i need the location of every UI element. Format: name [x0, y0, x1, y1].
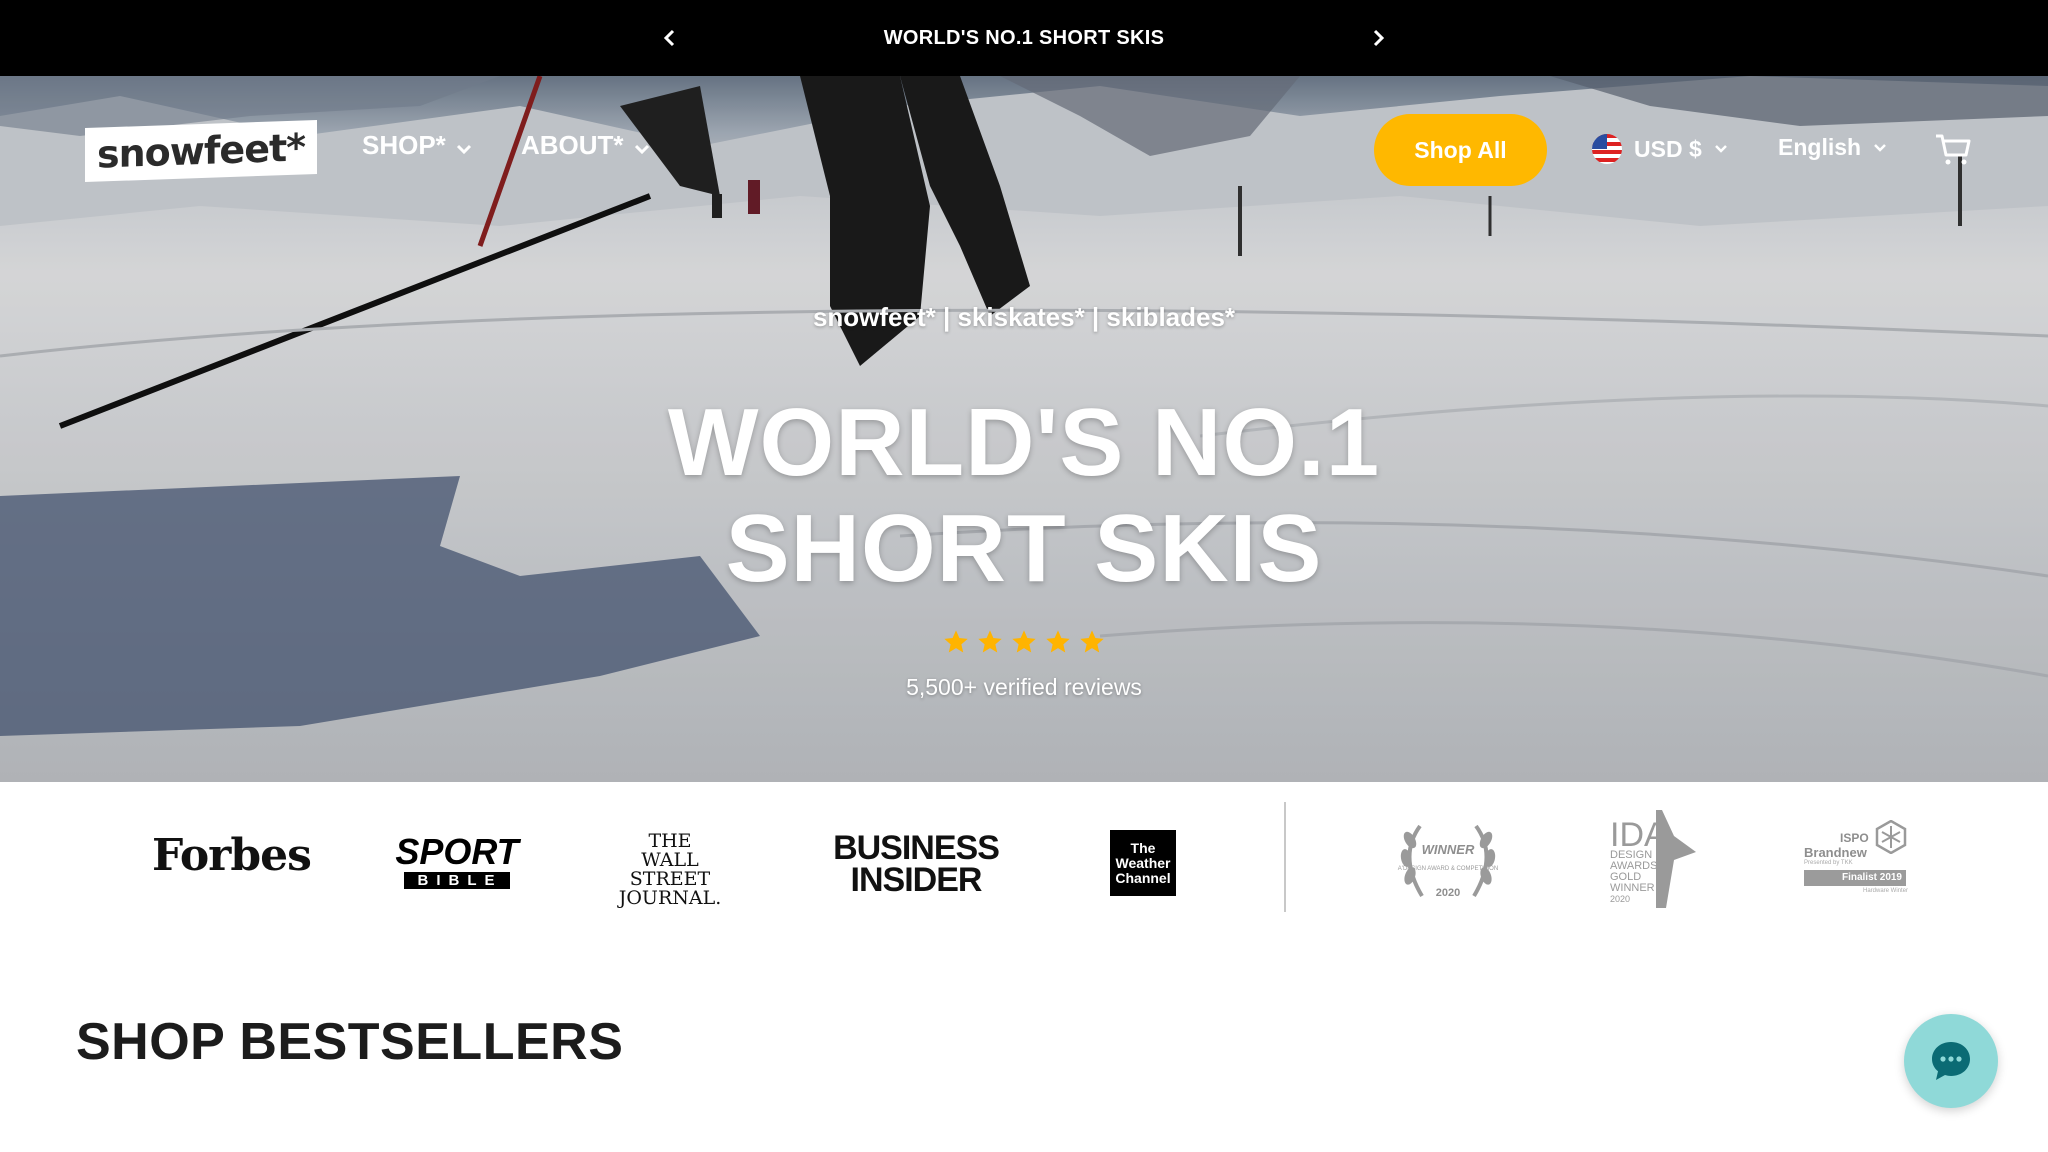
reviews-count: 5,500+ verified reviews	[906, 674, 1142, 700]
star-icon	[978, 630, 1002, 653]
star-icon	[944, 630, 968, 653]
wsj-logo-line2: WALL STREET	[629, 849, 711, 890]
sportbible-logo-bottom: BIBLE	[404, 871, 510, 889]
nav-shop-label: SHOP*	[362, 130, 446, 160]
language-selector[interactable]: English	[1778, 134, 1887, 161]
nav-shop[interactable]: SHOP*	[362, 130, 472, 161]
ida-award-badge: IDA DESIGN AWARDS GOLD WINNER 2020	[1604, 810, 1700, 908]
ispo-category: Hardware Winter	[1862, 887, 1908, 894]
logo-text: snowfeet*	[97, 125, 305, 177]
chevron-down-icon	[456, 144, 471, 154]
star-icon	[1080, 630, 1104, 653]
announcement-next-button[interactable]	[1362, 22, 1394, 54]
cart-icon[interactable]	[1935, 133, 1971, 167]
press-divider	[1284, 802, 1286, 912]
announcement-text: WORLD'S NO.1 SHORT SKIS	[883, 26, 1165, 49]
business-insider-logo: BUSINESS INSIDER	[828, 829, 1004, 899]
section-title-bestsellers: SHOP BESTSELLERS	[76, 1013, 624, 1071]
weather-channel-logo: The Weather Channel	[1110, 830, 1176, 896]
chevron-down-icon	[634, 144, 649, 154]
ida-year: 2020	[1610, 894, 1630, 904]
nav-about-label: ABOUT*	[521, 130, 624, 160]
language-label: English	[1778, 134, 1862, 160]
star-icon	[1012, 630, 1036, 653]
chevron-right-icon	[1373, 29, 1385, 47]
ispo-hexagon-icon	[1875, 820, 1907, 854]
hero-title-line1: WORLD'S NO.1	[667, 389, 1381, 496]
rating-stars	[0, 628, 2048, 656]
hero-title: WORLD'S NO.1 SHORT SKIS	[0, 390, 2048, 602]
winner-sub: A'DESIGN AWARD & COMPETITION	[1398, 866, 1498, 872]
ispo-line2: Brandnew	[1804, 844, 1867, 860]
bi-logo-line1: BUSINESS	[833, 829, 1000, 867]
laurel-icon: WINNER A'DESIGN AWARD & COMPETITION 2020	[1398, 824, 1498, 899]
hero-title-line2: SHORT SKIS	[725, 495, 1323, 602]
twc-logo-line1: The	[1130, 839, 1156, 856]
ispo-line1: ISPO	[1840, 830, 1869, 845]
chat-icon	[1932, 1042, 1970, 1080]
shop-all-button[interactable]: Shop All	[1374, 114, 1547, 186]
announcement-bar: WORLD'S NO.1 SHORT SKIS	[0, 0, 2048, 76]
wsj-logo-line3: JOURNAL.	[618, 887, 722, 909]
twc-logo-line2: Weather	[1115, 854, 1171, 871]
chat-button[interactable]	[1904, 1014, 1998, 1108]
chevron-left-icon	[663, 29, 675, 47]
chevron-down-icon	[1874, 143, 1886, 152]
twc-logo-line3: Channel	[1115, 869, 1171, 886]
chevron-down-icon	[1714, 145, 1727, 153]
announcement-prev-button[interactable]	[654, 22, 686, 54]
ispo-award-badge: ISPO Brandnew Presented by TKK Finalist …	[1804, 820, 1908, 904]
bi-logo-line2: INSIDER	[850, 861, 983, 899]
site-logo[interactable]: snowfeet*	[85, 119, 317, 183]
sportbible-logo: SPORT BIBLE	[395, 830, 519, 892]
ida-award-icon: IDA DESIGN AWARDS GOLD WINNER 2020	[1610, 810, 1696, 908]
press-bar: Forbes SPORT BIBLE THE WALL STREET JOURN…	[0, 782, 2048, 922]
forbes-logo: Forbes	[152, 830, 312, 881]
currency-selector[interactable]: USD $	[1592, 134, 1728, 164]
star-icon	[1046, 630, 1070, 653]
winner-label: WINNER	[1422, 842, 1475, 857]
sportbible-logo-top: SPORT	[395, 830, 519, 872]
currency-label: USD $	[1634, 135, 1702, 162]
us-flag-icon	[1592, 134, 1622, 164]
nav-about[interactable]: ABOUT*	[521, 130, 650, 161]
winner-year: 2020	[1436, 887, 1460, 899]
adesign-award-badge: WINNER A'DESIGN AWARD & COMPETITION 2020	[1392, 816, 1504, 906]
hero-subtitle: snowfeet* | skiskates* | skiblades*	[812, 302, 1236, 332]
wsj-logo: THE WALL STREET JOURNAL.	[616, 832, 724, 908]
ida-line5: WINNER	[1610, 882, 1655, 894]
ispo-presented: Presented by TKK	[1804, 859, 1853, 866]
ispo-finalist: Finalist 2019	[1804, 869, 1906, 886]
